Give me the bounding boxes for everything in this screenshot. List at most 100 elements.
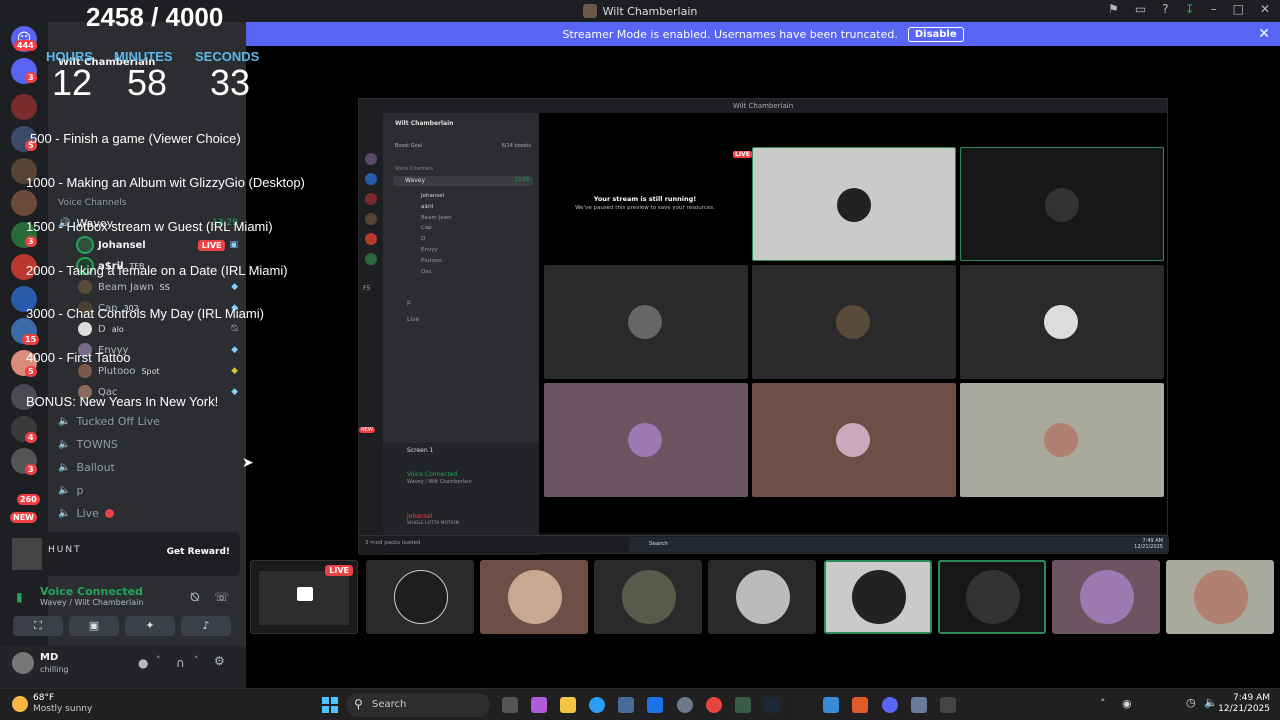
inner-f5-label: F5 bbox=[363, 285, 371, 292]
video-tile[interactable] bbox=[960, 265, 1164, 379]
store-icon[interactable] bbox=[618, 697, 634, 713]
discord-icon[interactable] bbox=[882, 697, 898, 713]
app-icon[interactable] bbox=[794, 697, 810, 713]
avatar bbox=[1045, 188, 1079, 222]
weather-desc[interactable]: Mostly sunny bbox=[33, 704, 92, 714]
avatar bbox=[1080, 570, 1134, 624]
copilot-icon[interactable] bbox=[531, 697, 547, 713]
taskbar-search[interactable]: ⚲ Search bbox=[346, 693, 490, 717]
video-tile[interactable] bbox=[544, 265, 748, 379]
channel-name: Ballout bbox=[76, 461, 115, 474]
steam-icon[interactable] bbox=[764, 697, 780, 713]
gear-icon[interactable]: ⚙ bbox=[214, 654, 225, 668]
soundboard-button[interactable]: ♪ bbox=[181, 616, 231, 636]
goal-item: BONUS: New Years In New York! bbox=[26, 393, 219, 409]
video-tile[interactable] bbox=[544, 383, 748, 497]
obs-icon[interactable] bbox=[940, 697, 956, 713]
participant-tile[interactable] bbox=[708, 560, 816, 634]
inner-user-status: WHOLE LOTTA MOTION bbox=[407, 521, 460, 526]
goal-item: 4000 - First Tattoo bbox=[26, 350, 131, 366]
guild-badge: 3 bbox=[25, 464, 37, 475]
guild-icon bbox=[365, 213, 377, 225]
streamer-mode-bar: Streamer Mode is enabled. Usernames have… bbox=[246, 22, 1280, 46]
screen-share-button[interactable]: ▣ bbox=[69, 616, 119, 636]
video-tile[interactable] bbox=[960, 383, 1164, 497]
chrome-icon[interactable] bbox=[706, 697, 722, 713]
close-window-icon[interactable]: ✕ bbox=[1260, 3, 1270, 15]
download-icon[interactable]: ↧ bbox=[1185, 3, 1195, 15]
inner-channel-name: Wavey bbox=[405, 177, 426, 184]
edge-icon[interactable] bbox=[589, 697, 605, 713]
activities-button[interactable]: ✦ bbox=[125, 616, 175, 636]
outlook-icon[interactable] bbox=[647, 697, 663, 713]
participant-tile[interactable] bbox=[594, 560, 702, 634]
chevron-down-icon[interactable]: ˅ bbox=[156, 656, 161, 666]
inner-clock: 7:49 AM 12/21/2025 bbox=[1134, 538, 1163, 550]
guild-icon bbox=[365, 193, 377, 205]
user-name[interactable]: MD bbox=[40, 652, 58, 663]
stream-thumbnail[interactable]: LIVE ✎ bbox=[250, 560, 382, 634]
goal-item: 500 - Finish a game (Viewer Choice) bbox=[30, 131, 241, 147]
volume-icon[interactable]: 🔈 bbox=[1204, 696, 1218, 709]
network-icon[interactable]: ◉ bbox=[1122, 697, 1132, 710]
settings-icon[interactable] bbox=[911, 697, 927, 713]
game-promo[interactable]: HUNT Get Reward! bbox=[6, 532, 240, 576]
get-reward-button[interactable]: Get Reward! bbox=[167, 547, 230, 557]
start-icon[interactable] bbox=[322, 697, 338, 713]
avatar bbox=[852, 570, 906, 624]
maximize-icon[interactable]: □ bbox=[1233, 3, 1244, 15]
speaker-icon: 🔈 bbox=[58, 439, 71, 450]
minimize-icon[interactable]: – bbox=[1211, 3, 1217, 15]
disconnect-icon[interactable]: ☏ bbox=[214, 590, 229, 604]
participant-tile[interactable] bbox=[1166, 560, 1274, 634]
video-tile[interactable] bbox=[752, 383, 956, 497]
participant-tile[interactable] bbox=[938, 560, 1046, 634]
chevron-up-icon[interactable]: ˄ bbox=[1100, 697, 1106, 710]
camera-button[interactable]: ⛶ bbox=[13, 616, 63, 636]
guild-badge: 4 bbox=[25, 432, 37, 443]
close-icon[interactable]: ✕ bbox=[1258, 26, 1270, 42]
flag-icon[interactable]: ⚑ bbox=[1108, 3, 1119, 15]
voice-location[interactable]: Wavey / Wilt Chamberlain bbox=[40, 598, 143, 607]
participant-tile[interactable] bbox=[824, 560, 932, 634]
mic-icon[interactable]: ● bbox=[138, 656, 148, 670]
participant-tile[interactable] bbox=[366, 560, 474, 634]
disable-streamer-button[interactable]: Disable bbox=[907, 26, 964, 42]
avatar bbox=[966, 570, 1020, 624]
voice-channel[interactable]: 🔈 p bbox=[58, 484, 83, 497]
task-view-icon[interactable] bbox=[502, 697, 518, 713]
xbox-icon[interactable] bbox=[735, 697, 751, 713]
voice-channel[interactable]: 🔈 TOWNS bbox=[58, 438, 118, 451]
inner-rail: F5 NEW bbox=[359, 113, 383, 555]
live-dot bbox=[104, 509, 114, 518]
brave-icon[interactable] bbox=[852, 697, 868, 713]
app-icon[interactable] bbox=[677, 697, 693, 713]
avatar bbox=[837, 188, 871, 222]
channel-name: p bbox=[76, 484, 84, 497]
stream-preview-window[interactable]: Wilt Chamberlain F5 NEW Wilt Chamberlain… bbox=[358, 98, 1169, 555]
voice-channel[interactable]: 🔈 Live bbox=[58, 507, 114, 520]
signal-icon[interactable]: ▮ bbox=[16, 590, 23, 604]
clock[interactable]: 7:49 AM 12/21/2025 bbox=[1218, 693, 1270, 715]
voice-channel[interactable]: 🔈 Ballout bbox=[58, 461, 115, 474]
avatar[interactable] bbox=[12, 652, 34, 674]
chevron-down-icon[interactable]: ˅ bbox=[194, 656, 199, 666]
inbox-icon[interactable]: ▭ bbox=[1135, 3, 1146, 15]
inner-user: Qac bbox=[421, 268, 432, 275]
voice-status[interactable]: Voice Connected bbox=[40, 585, 143, 598]
weather-icon[interactable] bbox=[12, 696, 28, 712]
weather-temp[interactable]: 68°F bbox=[33, 693, 54, 703]
file-explorer-icon[interactable] bbox=[560, 697, 576, 713]
video-tile[interactable] bbox=[960, 147, 1164, 261]
notepad-icon[interactable] bbox=[823, 697, 839, 713]
wifi-icon[interactable]: ◷ bbox=[1186, 696, 1196, 709]
inner-user: Beam Jawn bbox=[421, 214, 452, 221]
participant-tile[interactable] bbox=[1052, 560, 1160, 634]
inner-user: Johansel bbox=[421, 193, 445, 199]
noise-suppression-icon[interactable]: ⦰ bbox=[190, 590, 200, 605]
participant-tile[interactable] bbox=[480, 560, 588, 634]
video-tile[interactable] bbox=[752, 265, 956, 379]
video-tile[interactable] bbox=[752, 147, 956, 261]
headset-icon[interactable]: ∩ bbox=[176, 656, 185, 670]
help-icon[interactable]: ? bbox=[1162, 3, 1168, 15]
